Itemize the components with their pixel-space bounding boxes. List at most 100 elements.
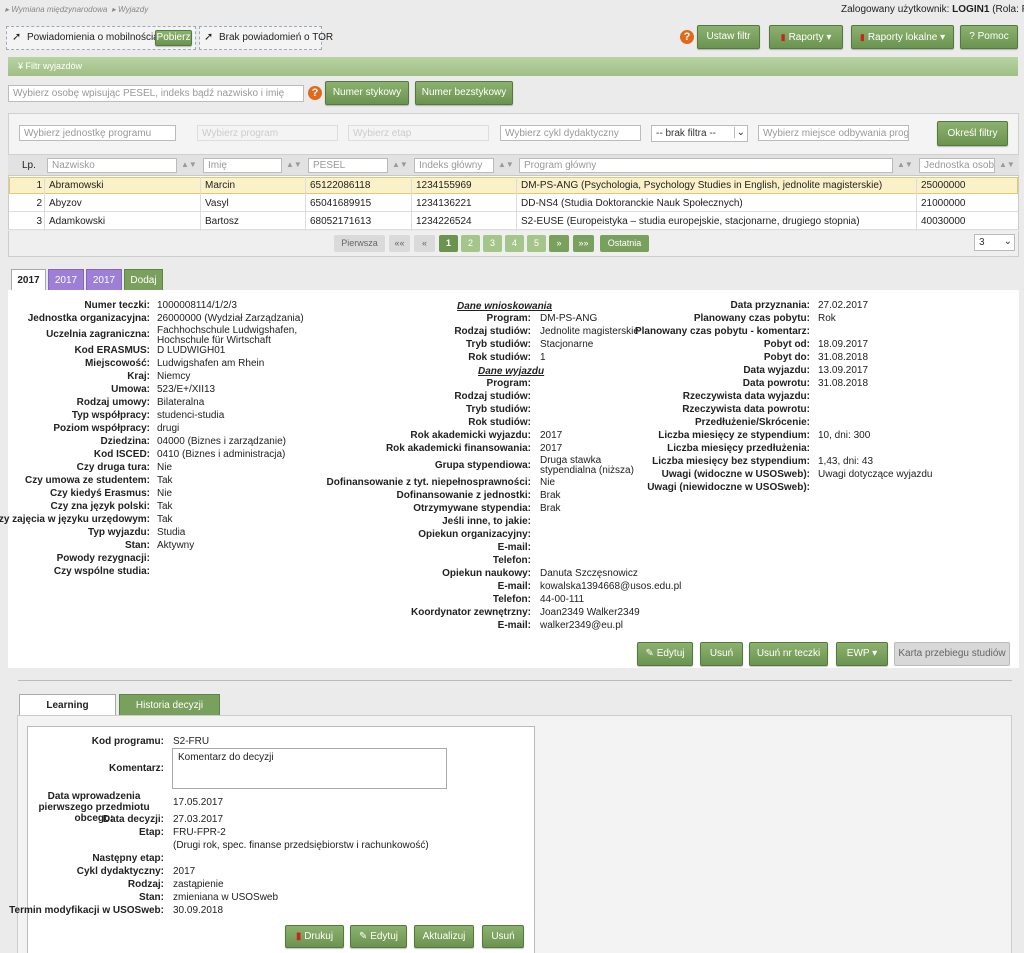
download-button[interactable]: Pobierz (155, 30, 192, 46)
detail-label: Umowa: (111, 384, 150, 395)
column-filter-input[interactable]: Nazwisko (47, 158, 177, 173)
person-search-input[interactable]: Wybierz osobę wpisując PESEL, indeks bąd… (8, 85, 304, 102)
trip-value: Druga stawka stypendialna (niższa) (540, 455, 634, 476)
update-button[interactable]: Aktualizuj (414, 925, 474, 948)
tab-decision-history[interactable]: Historia decyzji (EWP) (119, 694, 220, 732)
agreement-edit-button[interactable]: ✎ Edytuj (350, 925, 407, 948)
study-place-input[interactable]: Wybierz miejsce odbywania programu (758, 125, 909, 141)
page-button[interactable]: 4 (505, 235, 524, 252)
sort-icon[interactable]: ▲▼ (999, 160, 1015, 169)
table-row[interactable] (9, 213, 1018, 230)
trip-label: E-mail: (497, 542, 531, 553)
breadcrumb-item-exchange[interactable]: Wymiana międzynarodowa (11, 5, 107, 14)
column-filter-input[interactable]: PESEL (308, 158, 388, 173)
apply-filters-button[interactable]: Określ filtry (937, 121, 1008, 146)
program-input[interactable]: Wybierz program (197, 125, 338, 141)
section-heading-application: Dane wnioskowania (457, 301, 553, 312)
tab-learning-agreement[interactable]: Learning Agreement (19, 694, 116, 732)
trip-label: E-mail: (497, 620, 531, 631)
tab-year[interactable]: 2017 (86, 269, 122, 290)
sort-icon[interactable]: ▲▼ (392, 160, 408, 169)
delete-folder-number-button[interactable]: Usuń nr teczki (749, 642, 828, 666)
column-filter-input[interactable]: Jednostka osoby (919, 158, 995, 173)
prev-group-button[interactable]: «« (389, 235, 410, 252)
tab-year[interactable]: 2017 (48, 269, 84, 290)
schedule-label: Przedłużenie/Skrócenie: (694, 417, 810, 428)
local-reports-label: Raporty lokalne (867, 32, 938, 43)
table-cell: 40030000 (921, 216, 966, 227)
stage-input[interactable]: Wybierz etap (348, 125, 489, 141)
ewp-button[interactable]: EWP ▾ (836, 642, 888, 666)
column-divider (516, 213, 517, 231)
next-page-button[interactable]: » (549, 235, 569, 252)
breadcrumb-item-trips[interactable]: Wyjazdy (118, 5, 148, 14)
detail-label: Czy wspólne studia: (53, 566, 150, 577)
page-button[interactable]: 2 (461, 235, 480, 252)
study-card-button[interactable]: Karta przebiegu studiów (894, 642, 1010, 666)
report-icon: ▮ (859, 32, 865, 42)
reports-button[interactable]: ▮ Raporty ▾ (769, 25, 843, 49)
prev-page-button[interactable]: « (414, 235, 435, 252)
column-header-label: Imię (208, 160, 227, 171)
last-page-button[interactable]: Ostatnia (600, 235, 649, 252)
bezstyk-number-button[interactable]: Numer bezstykowy (415, 81, 513, 105)
page-button[interactable]: 5 (527, 235, 546, 252)
program-unit-input[interactable]: Wybierz jednostkę programu (19, 125, 176, 141)
agreement-value: 27.03.2017 (173, 814, 224, 825)
page-button[interactable]: 3 (483, 235, 502, 252)
schedule-value: 27.02.2017 (818, 300, 869, 311)
application-label: Rodzaj studiów: (454, 326, 531, 337)
agreement-edit-label: Edytuj (370, 931, 398, 942)
delete-button[interactable]: Usuń (700, 642, 743, 666)
table-row[interactable] (9, 195, 1018, 212)
page-size-select[interactable]: 3 ⌄ (974, 234, 1015, 251)
next-group-button[interactable]: »» (573, 235, 594, 252)
detail-label: Kod ISCED: (93, 449, 150, 460)
trip-label: Dofinansowanie z jednostki: (396, 490, 531, 501)
page-button-current[interactable]: 1 (439, 235, 458, 252)
trip-value: Brak (540, 503, 561, 514)
edit-button[interactable]: ✎ Edytuj (637, 642, 693, 666)
sort-icon[interactable]: ▲▼ (181, 160, 197, 169)
caret-down-icon: ▾ (872, 648, 878, 659)
help-icon[interactable]: ? (680, 30, 694, 44)
column-divider (44, 213, 45, 231)
didactic-cycle-input[interactable]: Wybierz cykl dydaktyczny (500, 125, 641, 141)
print-button[interactable]: ▮ Drukuj (285, 925, 344, 948)
schedule-label: Liczba miesięcy przedłużenia: (667, 443, 810, 454)
agreement-value: 2017 (173, 866, 196, 877)
styk-number-button[interactable]: Numer stykowy (325, 81, 409, 105)
column-filter-input[interactable]: Imię (203, 158, 282, 173)
help-button[interactable]: ? Pomoc (960, 25, 1018, 49)
tor-notifications-label: Brak powiadomień o TOR (219, 32, 334, 43)
sort-icon[interactable]: ▲▼ (498, 160, 514, 169)
tab-year-active[interactable]: 2017 (11, 269, 46, 290)
local-reports-button[interactable]: ▮ Raporty lokalne ▾ (851, 25, 954, 49)
schedule-value: 18.09.2017 (818, 339, 869, 350)
filter-select[interactable]: -- brak filtra -- ⌄ (651, 125, 748, 142)
agreement-delete-button[interactable]: Usuń (482, 925, 524, 948)
table-cell: 1234155969 (416, 180, 472, 191)
table-cell: Bartosz (205, 216, 239, 227)
detail-label: Rodzaj umowy: (76, 397, 150, 408)
filter-bar[interactable]: ¥ Filtr wyjazdów (8, 57, 1018, 76)
set-filter-button[interactable]: Ustaw filtr (697, 25, 760, 49)
first-page-button[interactable]: Pierwsza (334, 235, 385, 252)
detail-label: Kraj: (127, 371, 150, 382)
comment-textarea[interactable]: Komentarz do decyzji (172, 748, 447, 789)
detail-label: Typ wyjazdu: (87, 527, 150, 538)
detail-value: Nie (157, 462, 173, 473)
breadcrumb-arrow-icon: ▸ (109, 5, 116, 14)
tab-add[interactable]: Dodaj (124, 269, 163, 290)
schedule-label: Uwagi (widoczne w USOSweb): (661, 469, 810, 480)
column-filter-input[interactable]: Program główny (519, 158, 893, 173)
column-filter-input[interactable]: Indeks główny (414, 158, 494, 173)
logged-user-prefix: Zalogowany użytkownik: (841, 4, 950, 15)
table-cell: 2 (36, 198, 42, 209)
sort-icon[interactable]: ▲▼ (286, 160, 302, 169)
sort-icon[interactable]: ▲▼ (897, 160, 913, 169)
help-icon[interactable]: ? (308, 86, 322, 100)
logged-user-login: LOGIN1 (952, 4, 990, 15)
detail-label: Czy umowa ze studentem: (24, 475, 150, 486)
agreement-label: Etap: (139, 827, 164, 838)
